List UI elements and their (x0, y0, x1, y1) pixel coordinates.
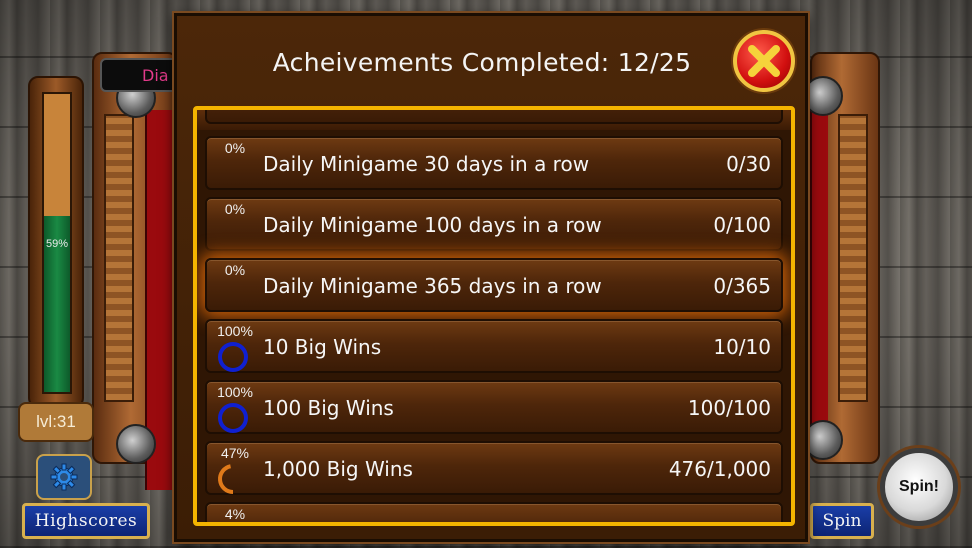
bolt-icon (803, 76, 843, 116)
spin-round-button[interactable]: Spin! (880, 448, 958, 526)
achievement-row[interactable]: 0% Daily Minigame 30 days in a row 0/30 (205, 136, 783, 190)
bolt-icon (116, 424, 156, 464)
side-tab[interactable]: Dia (100, 58, 180, 92)
achievement-row[interactable]: 100% 10 Big Wins 10/10 (205, 319, 783, 373)
achievement-progress: 476/1,000 (668, 457, 771, 481)
progress-ring-icon (218, 403, 248, 433)
progress-ring-icon (216, 218, 250, 252)
achievement-percent: 100% (217, 384, 253, 400)
achievement-name: 100 Big Wins (263, 396, 394, 420)
settings-button[interactable] (36, 454, 92, 500)
bolt-icon (803, 420, 843, 460)
achievements-list[interactable]: 0% Daily Minigame 30 days in a row 0/30 0% D… (193, 106, 795, 526)
achievement-row[interactable]: 4% (205, 502, 783, 522)
achievement-name: Daily Minigame 100 days in a row (263, 213, 602, 237)
progress-ring (218, 403, 248, 433)
achievement-row[interactable]: 0% Daily Minigame 100 days in a row 0/100 (205, 197, 783, 251)
close-button[interactable] (733, 30, 795, 92)
side-tab-label: Dia (142, 66, 169, 85)
achievement-row[interactable]: 100% 100 Big Wins 100/100 (205, 380, 783, 434)
level-percent: 59% (45, 238, 69, 250)
achievement-name: 1,000 Big Wins (263, 457, 413, 481)
achievement-name: 10 Big Wins (263, 335, 382, 359)
progress-arc (218, 464, 234, 494)
achievement-percent: 0% (224, 201, 246, 217)
spin-button[interactable]: Spin (810, 503, 874, 539)
achievement-percent: 47% (220, 445, 250, 461)
progress-ring-icon (216, 157, 250, 191)
progress-ring-icon (218, 342, 248, 372)
achievement-row[interactable]: 47% 1,000 Big Wins 476/1,000 (205, 441, 783, 495)
close-icon (748, 45, 780, 77)
achievement-percent: 100% (217, 323, 253, 339)
achievement-progress: 0/100 (713, 213, 771, 237)
highscores-button[interactable]: Highscores (22, 503, 150, 539)
dialog-title: Acheivements Completed: 12/25 (272, 48, 692, 77)
progress-ring-icon (218, 464, 234, 494)
achievement-row[interactable]: 0% Daily Minigame 365 days in a row 0/365 (205, 258, 783, 312)
list-item (205, 110, 783, 124)
gear-icon (50, 463, 78, 491)
achievement-percent: 4% (224, 506, 246, 522)
achievements-dialog: Acheivements Completed: 12/25 0% Daily Mi… (174, 13, 808, 542)
achievement-progress: 0/30 (726, 152, 771, 176)
progress-ring-icon (216, 279, 250, 313)
achievement-name: Daily Minigame 365 days in a row (263, 274, 602, 298)
achievement-name: Daily Minigame 30 days in a row (263, 152, 590, 176)
reel-edge-right (810, 110, 828, 440)
achievement-percent: 0% (224, 262, 246, 278)
progress-ring (218, 342, 248, 372)
level-label: lvl:31 (18, 402, 94, 442)
achievement-progress: 100/100 (687, 396, 771, 420)
achievement-progress: 0/365 (713, 274, 771, 298)
achievement-percent: 0% (224, 140, 246, 156)
achievement-progress: 10/10 (713, 335, 771, 359)
